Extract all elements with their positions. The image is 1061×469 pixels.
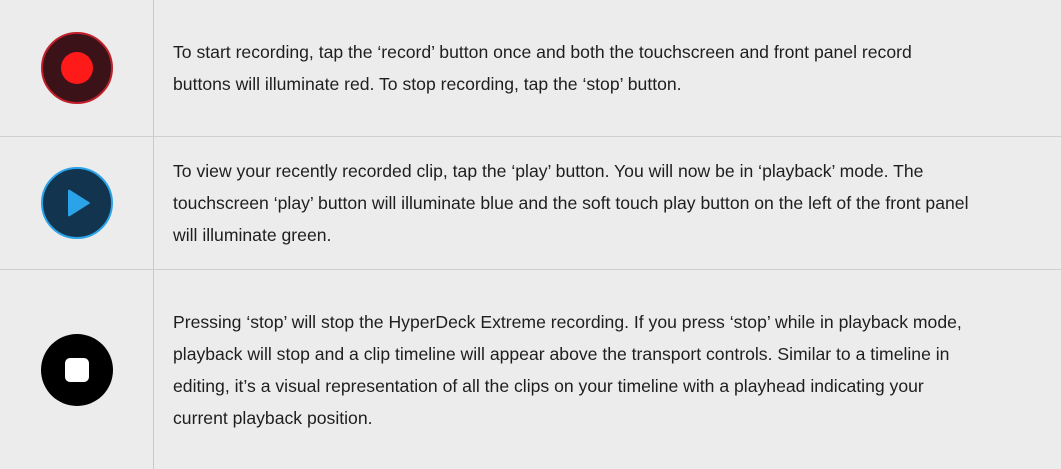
text-cell: Pressing ‘stop’ will stop the HyperDeck … (153, 270, 1061, 469)
table-row-stop: Pressing ‘stop’ will stop the HyperDeck … (0, 270, 1061, 469)
stop-description: Pressing ‘stop’ will stop the HyperDeck … (173, 311, 962, 428)
play-triangle (67, 189, 90, 217)
transport-controls-table: To start recording, tap the ‘record’ but… (0, 0, 1061, 469)
text-cell: To start recording, tap the ‘record’ but… (153, 0, 1061, 136)
table-row-record: To start recording, tap the ‘record’ but… (0, 0, 1061, 136)
stop-icon (40, 333, 113, 406)
text-cell: To view your recently recorded clip, tap… (153, 137, 1061, 269)
table-row-play: To view your recently recorded clip, tap… (0, 137, 1061, 269)
icon-cell (0, 0, 153, 136)
play-description: To view your recently recorded clip, tap… (173, 161, 969, 245)
record-icon (40, 32, 113, 104)
record-description: To start recording, tap the ‘record’ but… (173, 42, 912, 94)
stop-square (64, 357, 89, 382)
icon-cell (0, 270, 153, 469)
icon-cell (0, 137, 153, 269)
record-dot (60, 52, 93, 84)
play-icon (40, 167, 113, 239)
